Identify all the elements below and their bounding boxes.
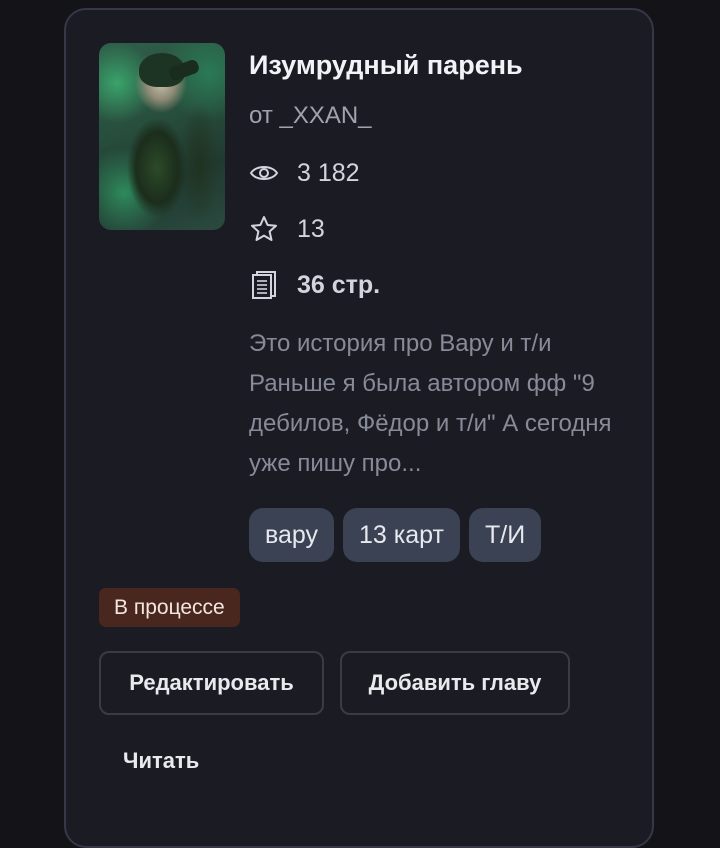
pages-count: 36 стр. [297,270,381,299]
document-pages-icon [249,270,279,300]
tag-chip[interactable]: Т/И [468,508,542,562]
tag-chip[interactable]: вару [249,508,335,562]
eye-icon [249,158,279,188]
tag-list: вару 13 карт Т/И [249,508,542,562]
likes-count: 13 [297,214,325,243]
book-title[interactable]: Изумрудный парень [249,50,523,81]
views-stat: 3 182 [249,158,360,188]
edit-button[interactable]: Редактировать [99,651,324,715]
add-chapter-button[interactable]: Добавить главу [340,651,570,715]
book-card: Изумрудный парень от _XXAN_ 3 182 13 36 … [64,8,654,848]
views-count: 3 182 [297,158,360,187]
pages-stat: 36 стр. [249,270,380,300]
star-icon [249,214,279,244]
likes-stat: 13 [249,214,325,244]
book-author[interactable]: от _XXAN_ [249,102,372,130]
book-description: Это история про Вару и т/и Раньше я была… [249,330,612,477]
status-badge: В процессе [99,588,240,627]
book-cover-image[interactable] [99,43,225,230]
tag-chip[interactable]: 13 карт [343,508,460,562]
read-button[interactable]: Читать [123,748,199,774]
